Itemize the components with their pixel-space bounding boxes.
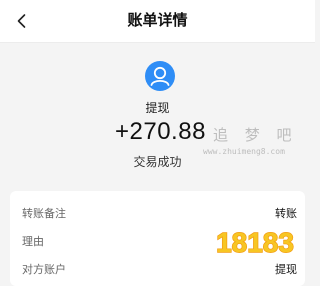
detail-value: 提现 — [275, 264, 297, 276]
site-logo: 18183 — [215, 226, 294, 258]
svg-text:18183: 18183 — [216, 227, 294, 258]
detail-row-remark: 转账备注 转账 — [10, 199, 305, 223]
detail-value: 转账 — [275, 208, 297, 220]
detail-label: 对方账户 — [22, 264, 66, 276]
payee-name: 提现 — [145, 101, 170, 115]
detail-label: 理由 — [22, 236, 44, 248]
transaction-status: 交易成功 — [133, 155, 182, 169]
transaction-summary: 提现 +270.88 追 梦 吧 www.zhuimeng8.com 交易成功 — [0, 43, 315, 177]
page-title: 账单详情 — [127, 12, 188, 29]
detail-label: 转账备注 — [22, 208, 66, 220]
top-nav-bar: 账单详情 — [0, 0, 315, 43]
user-avatar-icon — [145, 61, 175, 91]
transaction-amount: +270.88 — [115, 118, 206, 145]
watermark-text: 追 梦 吧 — [213, 126, 298, 144]
